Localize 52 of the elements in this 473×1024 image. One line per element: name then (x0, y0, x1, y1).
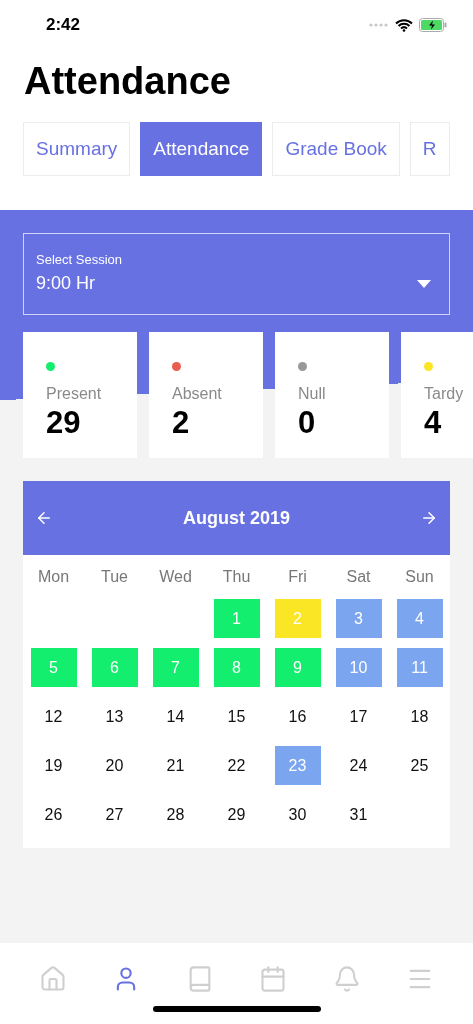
weekday-label: Thu (222, 567, 251, 587)
caret-icon (417, 280, 431, 288)
signal-icon (369, 23, 389, 27)
stat-value: 0 (298, 405, 317, 441)
page-title: Attendance (24, 59, 232, 104)
stat-value: 2 (172, 405, 191, 441)
calendar-day[interactable]: 22 (213, 746, 260, 785)
tab[interactable]: Attendance (140, 122, 263, 176)
tab[interactable]: Summary (23, 122, 131, 176)
status-time: 2:42 (46, 15, 81, 35)
calendar-day[interactable]: 26 (30, 795, 77, 834)
calendar-day[interactable]: 31 (335, 795, 382, 834)
stat-label: Present (46, 385, 103, 403)
calendar-day[interactable]: 17 (335, 697, 382, 736)
stat-label: Absent (172, 385, 223, 403)
session-dropdown[interactable]: Select Session 9:00 Hr (23, 233, 450, 315)
weekday-label: Mon (37, 567, 70, 587)
stat-value: 4 (424, 405, 443, 441)
calendar-day[interactable]: 21 (152, 746, 199, 785)
wifi-icon (395, 18, 413, 32)
calendar-day[interactable]: 30 (274, 795, 321, 834)
stat-label: Null (298, 385, 327, 403)
tab[interactable]: R (409, 122, 450, 176)
calendar-day[interactable]: 29 (213, 795, 260, 834)
month-title: August 2019 (182, 507, 290, 529)
stat-label: Tardy (424, 385, 465, 403)
bell-icon[interactable] (332, 965, 361, 993)
weekday-label: Fri (288, 567, 307, 587)
weekday-label: Wed (159, 567, 192, 587)
calendar-day[interactable]: 20 (91, 746, 138, 785)
weekday-label: Sat (346, 567, 371, 587)
calendar-icon[interactable] (259, 965, 288, 993)
home-icon[interactable] (38, 965, 67, 993)
calendar-day[interactable]: 27 (91, 795, 138, 834)
calendar-day[interactable]: 13 (91, 697, 138, 736)
tab[interactable]: Grade Book (272, 122, 400, 176)
weekday-label: Sun (405, 567, 434, 587)
stat-value: 29 (46, 405, 82, 441)
arrow-right-icon[interactable] (420, 509, 438, 527)
calendar-day[interactable]: 12 (30, 697, 77, 736)
calendar-day[interactable]: 28 (152, 795, 199, 834)
weekday-label: Tue (101, 567, 128, 587)
calendar-day[interactable]: 19 (30, 746, 77, 785)
calendar-day[interactable]: 24 (335, 746, 382, 785)
calendar-day[interactable]: 14 (152, 697, 199, 736)
calendar-day[interactable]: 15 (213, 697, 260, 736)
calendar-day[interactable]: 16 (274, 697, 321, 736)
calendar-day[interactable]: 25 (396, 746, 443, 785)
calendar-day[interactable]: 18 (396, 697, 443, 736)
session-value: 9:00 Hr (36, 273, 96, 294)
session-label: Select Session (36, 252, 123, 267)
battery-icon (419, 18, 447, 32)
